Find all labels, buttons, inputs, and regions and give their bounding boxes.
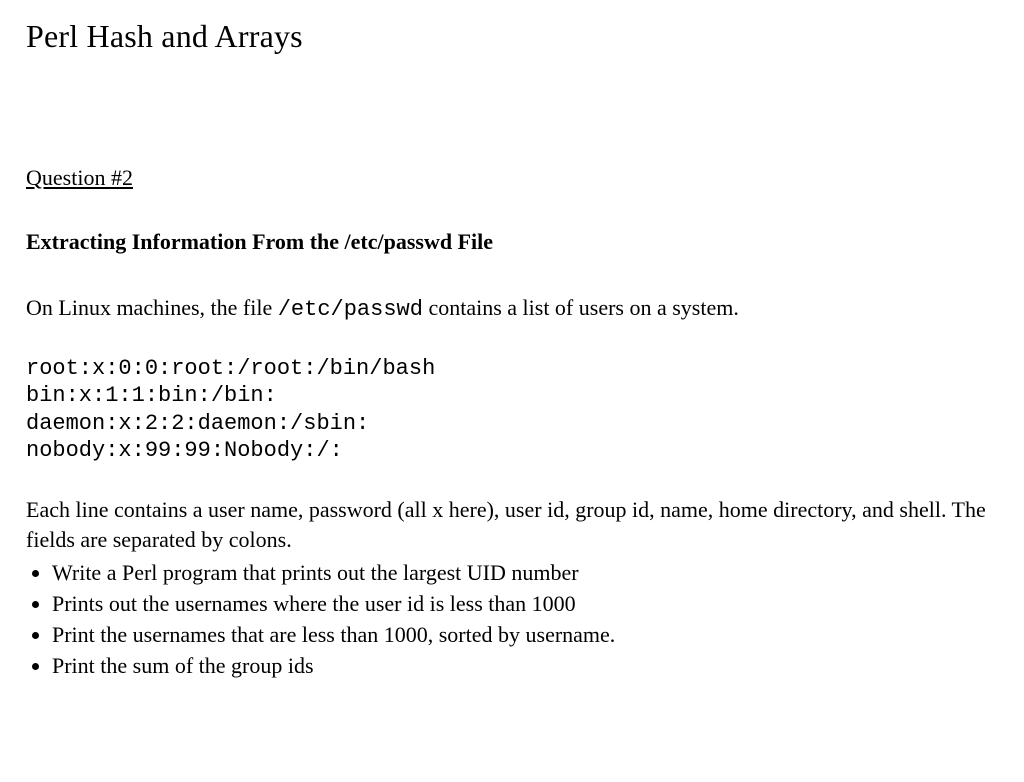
section-heading: Extracting Information From the /etc/pas… — [26, 229, 998, 255]
task-list: Write a Perl program that prints out the… — [26, 558, 998, 681]
document-page: Perl Hash and Arrays Question #2 Extract… — [0, 0, 1024, 681]
list-item: Print the sum of the group ids — [52, 651, 998, 682]
list-item: Write a Perl program that prints out the… — [52, 558, 998, 589]
code-block: root:x:0:0:root:/root:/bin/bash bin:x:1:… — [26, 355, 998, 465]
list-item: Print the usernames that are less than 1… — [52, 620, 998, 651]
list-item: Prints out the usernames where the user … — [52, 589, 998, 620]
question-label: Question #2 — [26, 165, 998, 191]
intro-paragraph: On Linux machines, the file /etc/passwd … — [26, 293, 998, 325]
intro-text-pre: On Linux machines, the file — [26, 295, 278, 320]
explanation-text: Each line contains a user name, password… — [26, 495, 998, 557]
inline-code: /etc/passwd — [278, 297, 423, 322]
intro-text-post: contains a list of users on a system. — [423, 295, 739, 320]
page-title: Perl Hash and Arrays — [26, 18, 998, 55]
